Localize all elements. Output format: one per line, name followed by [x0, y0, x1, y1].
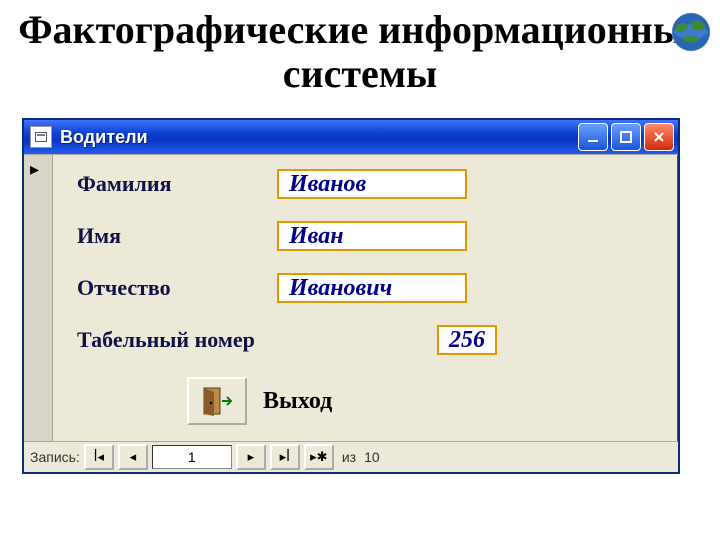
- exit-button[interactable]: [187, 377, 247, 425]
- close-button[interactable]: [644, 123, 674, 151]
- minimize-button[interactable]: [578, 123, 608, 151]
- record-navigation-bar: Запись: ꟾ◂ ◂ ▸ ▸ꟾ ▸✱ из 10: [24, 441, 678, 472]
- name-label: Имя: [77, 223, 277, 249]
- nav-last-button[interactable]: ▸ꟾ: [270, 444, 300, 470]
- current-record-marker-icon: ▸: [30, 159, 39, 180]
- nav-new-button[interactable]: ▸✱: [304, 444, 334, 470]
- record-number-input[interactable]: [152, 445, 232, 469]
- nav-next-button[interactable]: ▸: [236, 444, 266, 470]
- patronymic-field[interactable]: Иванович: [277, 273, 467, 303]
- name-field[interactable]: Иван: [277, 221, 467, 251]
- nav-first-button[interactable]: ꟾ◂: [84, 444, 114, 470]
- record-selector[interactable]: ▸: [24, 155, 53, 441]
- record-of-label: из: [342, 449, 356, 465]
- patronymic-label: Отчество: [77, 275, 277, 301]
- title-bar: Водители: [24, 120, 678, 154]
- empno-field[interactable]: 256: [437, 325, 497, 355]
- globe-icon: [670, 11, 712, 53]
- form-body: Фамилия Иванов Имя Иван Отчество Иванови…: [53, 155, 678, 441]
- window-title: Водители: [60, 127, 148, 148]
- surname-field[interactable]: Иванов: [277, 169, 467, 199]
- empno-label: Табельный номер: [77, 327, 437, 353]
- form-window: Водители ▸ Фамилия Иванов Имя Иван: [22, 118, 680, 474]
- form-icon: [30, 126, 52, 148]
- page-title: Фактографические информационные системы: [0, 8, 720, 96]
- door-exit-icon: [200, 386, 234, 416]
- nav-prev-button[interactable]: ◂: [118, 444, 148, 470]
- exit-label: Выход: [263, 388, 332, 415]
- maximize-button[interactable]: [611, 123, 641, 151]
- record-label: Запись:: [30, 449, 80, 465]
- record-total: 10: [364, 449, 380, 465]
- surname-label: Фамилия: [77, 171, 277, 197]
